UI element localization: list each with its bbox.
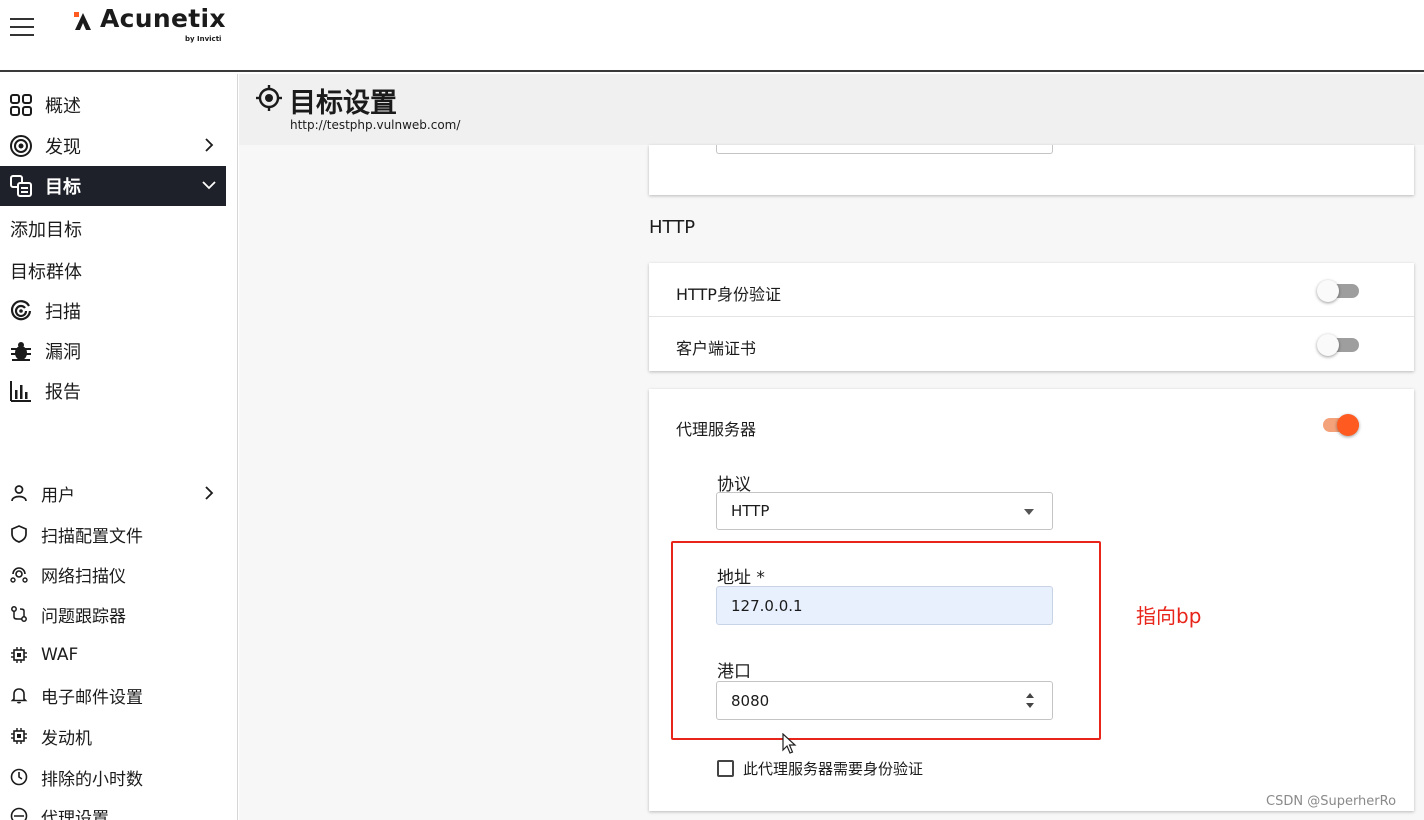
- chevron-down-icon: [202, 181, 216, 190]
- mouse-cursor-icon: [782, 733, 797, 754]
- report-chart-icon: [9, 379, 33, 403]
- dashboard-icon: [9, 93, 33, 117]
- annotation-text: 指向bp: [1136, 604, 1202, 628]
- sidebar-item-engines[interactable]: 发动机: [0, 718, 226, 754]
- sidebar-item-label: 扫描配置文件: [41, 526, 143, 547]
- sidebar-item-scan-profiles[interactable]: 扫描配置文件: [0, 516, 226, 552]
- sidebar-item-waf[interactable]: WAF: [0, 637, 226, 673]
- sidebar-item-label: 代理设置: [41, 808, 109, 820]
- watermark: CSDN @SuperherRo: [1266, 794, 1397, 809]
- user-icon: [10, 484, 28, 502]
- acunetix-logo[interactable]: Acunetix by Invicti: [72, 4, 242, 48]
- sidebar-item-reports[interactable]: 报告: [0, 371, 226, 411]
- protocol-select[interactable]: HTTP: [716, 492, 1053, 530]
- client-cert-label: 客户端证书: [676, 339, 757, 358]
- brand-name: Acunetix: [100, 4, 226, 33]
- sidebar-item-label: 发现: [45, 137, 81, 158]
- shield-icon: [10, 525, 28, 543]
- sidebar-subitem-target-groups[interactable]: 目标群体: [10, 258, 82, 284]
- previous-input-field[interactable]: [716, 145, 1053, 154]
- http-section-title: HTTP: [649, 217, 696, 238]
- proxy-server-toggle[interactable]: [1317, 413, 1361, 437]
- top-header: Acunetix by Invicti: [0, 0, 1424, 72]
- annotation-highlight-box: [671, 541, 1101, 740]
- acunetix-logo-mark-icon: [74, 12, 91, 30]
- caret-down-icon: [1024, 509, 1034, 515]
- proxy-server-title: 代理服务器: [676, 420, 757, 439]
- http-auth-label: HTTP身份验证: [676, 285, 781, 304]
- network-scanner-icon: [10, 565, 28, 583]
- sidebar-item-label: 用户: [41, 485, 75, 506]
- engine-chip-icon: [10, 727, 28, 745]
- proxy-icon: [10, 807, 28, 820]
- sidebar-item-label: 网络扫描仪: [41, 566, 126, 587]
- sidebar-item-label: 电子邮件设置: [41, 687, 143, 708]
- sidebar-item-network-scanner[interactable]: 网络扫描仪: [0, 556, 226, 592]
- sidebar-item-label: 排除的小时数: [41, 769, 143, 790]
- chevron-right-icon: [205, 138, 214, 152]
- page-header: 目标设置 http://testphp.vulnweb.com/: [239, 74, 1424, 145]
- sidebar-item-targets[interactable]: 目标: [0, 166, 226, 206]
- proxy-auth-checkbox-label: 此代理服务器需要身份验证: [743, 760, 924, 778]
- sidebar-item-users[interactable]: 用户: [0, 475, 226, 511]
- brand-sub: by Invicti: [185, 35, 222, 43]
- target-url: http://testphp.vulnweb.com/: [290, 118, 461, 132]
- sidebar: 概述 发现 目标 添加目标 目标群体 扫描 漏洞 报告 用户 扫描配置文件 网络…: [0, 74, 238, 820]
- sidebar-item-issue-trackers[interactable]: 问题跟踪器: [0, 596, 226, 632]
- crosshair-target-icon: [256, 85, 282, 111]
- targets-icon: [9, 174, 33, 198]
- sidebar-item-proxy-settings[interactable]: 代理设置: [0, 798, 226, 820]
- sidebar-item-label: WAF: [41, 645, 79, 665]
- proxy-auth-checkbox[interactable]: [717, 760, 734, 777]
- sidebar-item-overview[interactable]: 概述: [0, 85, 226, 125]
- previous-settings-card: [649, 145, 1414, 195]
- sidebar-item-scans[interactable]: 扫描: [0, 291, 226, 331]
- protocol-selected-value: HTTP: [731, 502, 770, 520]
- page-title: 目标设置: [289, 88, 397, 119]
- sidebar-item-label: 概述: [45, 96, 81, 117]
- sidebar-item-discovery[interactable]: 发现: [0, 126, 226, 166]
- sidebar-subitem-add-target[interactable]: 添加目标: [10, 216, 82, 242]
- client-cert-toggle[interactable]: [1317, 333, 1361, 357]
- issue-tracker-icon: [10, 605, 28, 623]
- chevron-right-icon: [205, 486, 214, 500]
- sidebar-item-label: 发动机: [41, 728, 92, 749]
- http-auth-toggle[interactable]: [1317, 279, 1361, 303]
- hamburger-menu-icon[interactable]: [10, 18, 34, 38]
- clock-icon: [10, 768, 28, 786]
- http-settings-card: [649, 263, 1414, 371]
- sidebar-item-label: 漏洞: [45, 342, 81, 363]
- sidebar-item-excluded-hours[interactable]: 排除的小时数: [0, 759, 226, 795]
- sidebar-item-label: 报告: [45, 382, 81, 403]
- sidebar-item-email-settings[interactable]: 电子邮件设置: [0, 677, 226, 713]
- bell-icon: [10, 686, 28, 704]
- bug-icon: [9, 339, 33, 363]
- divider: [649, 316, 1414, 317]
- discovery-target-icon: [9, 134, 33, 158]
- sidebar-item-vulnerabilities[interactable]: 漏洞: [0, 331, 226, 371]
- sidebar-item-label: 目标: [45, 177, 81, 198]
- chip-icon: [10, 646, 28, 664]
- scan-icon: [9, 299, 33, 323]
- sidebar-item-label: 问题跟踪器: [41, 606, 126, 627]
- sidebar-item-label: 扫描: [45, 302, 81, 323]
